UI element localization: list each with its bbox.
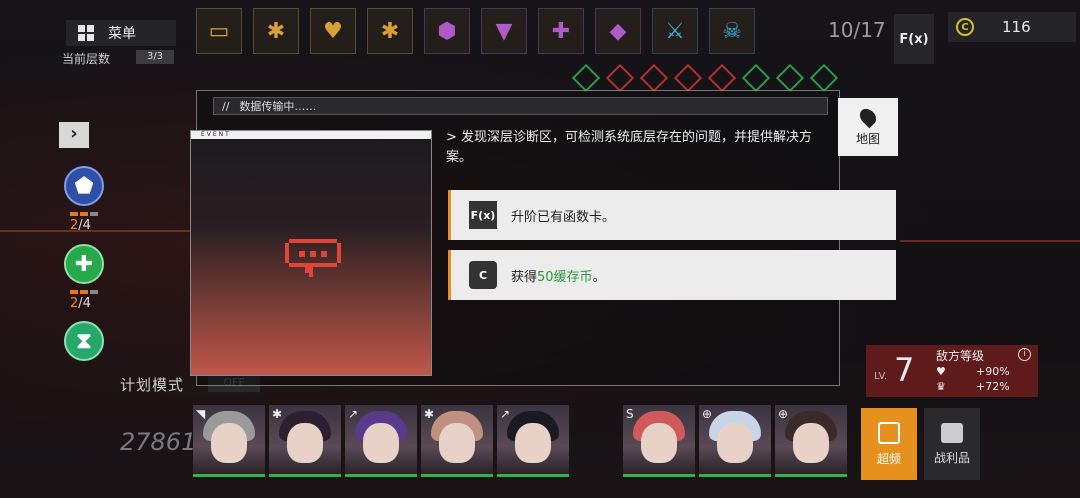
currency-display: C 116	[948, 12, 1076, 42]
crown-icon: ♛	[936, 380, 946, 393]
map-path	[900, 240, 1080, 242]
ally-portrait[interactable]: ↗	[345, 405, 417, 477]
chat-bubble-icon	[285, 239, 341, 277]
event-option-upgrade[interactable]: F(x) 升阶已有函数卡。	[448, 190, 896, 240]
shield-buff-icon[interactable]: ◆	[595, 8, 641, 54]
currency-value: 116	[1002, 18, 1031, 36]
menu-grid-icon	[78, 25, 94, 41]
heal-skill-count: 2/4	[70, 296, 91, 311]
level-tag: LV.	[874, 371, 888, 382]
status-icon	[639, 63, 669, 93]
arrow-buff-icon[interactable]: ▼	[481, 8, 527, 54]
coin-icon: C	[956, 18, 974, 36]
shield-heart-buff-icon[interactable]: ♥	[310, 8, 356, 54]
event-modal-header: // 数据传输中……	[213, 97, 828, 115]
buff-bar: ▭ ✱ ♥ ✱ ⬢ ▼ ✚ ◆ ⚔ ☠	[196, 8, 755, 54]
shield-charges	[70, 212, 98, 216]
bag-icon	[941, 422, 963, 443]
skull-buff-icon[interactable]: ☠	[709, 8, 755, 54]
status-icon	[571, 63, 601, 93]
slash-icon: //	[222, 99, 230, 113]
overclock-label: 超频	[876, 451, 901, 466]
ally-portrait[interactable]: ◥	[193, 405, 265, 477]
ally-party: ◥ ✱ ↗ ✱ ↗	[193, 405, 569, 477]
atk-bonus: +72%	[976, 380, 1010, 393]
status-icon	[707, 63, 737, 93]
event-header-text: 数据传输中……	[239, 100, 317, 113]
event-option-currency[interactable]: C 获得50缓存币。	[448, 250, 896, 300]
asterisk-z-buff-icon[interactable]: ✱	[367, 8, 413, 54]
status-icon	[809, 63, 839, 93]
heart-icon: ♥	[936, 365, 946, 378]
loot-label: 战利品	[933, 450, 970, 465]
ally-portrait[interactable]: ✱	[269, 405, 341, 477]
hp-bonus: +90%	[976, 365, 1010, 378]
loot-button[interactable]: 战利品	[924, 408, 980, 480]
shield-skill-count: 2/4	[70, 218, 91, 233]
chip-icon	[878, 421, 900, 444]
asterisk-plus-buff-icon[interactable]: ✱	[253, 8, 299, 54]
support-portrait[interactable]: S	[623, 405, 695, 477]
shield-icon: ⬟	[74, 173, 94, 199]
shield-skill-button[interactable]: ⬟	[64, 166, 104, 206]
function-card-button[interactable]: F(x)	[894, 14, 934, 64]
status-icon	[673, 63, 703, 93]
info-icon[interactable]: i	[1018, 348, 1031, 361]
event-tab: EVENT	[191, 131, 431, 139]
status-icons	[571, 63, 839, 93]
map-pin-icon	[856, 105, 880, 128]
map-button[interactable]: 地图	[838, 98, 898, 156]
enemy-level-panel: LV. 7 敌方等级 i ♥ +90% ♛ +72%	[866, 345, 1038, 397]
plan-mode-label: 计划模式	[120, 376, 185, 394]
menu-label: 菜单	[108, 26, 136, 42]
status-icon	[741, 63, 771, 93]
menu-button[interactable]: 菜单	[66, 20, 176, 46]
plus-icon: ✚	[74, 251, 94, 277]
buff-count: 10/17	[828, 18, 886, 42]
heal-charges	[70, 290, 98, 294]
team-power: 27861	[120, 428, 197, 456]
map-path	[0, 230, 190, 232]
heal-skill-button[interactable]: ✚	[64, 244, 104, 284]
ally-portrait[interactable]: ✱	[421, 405, 493, 477]
floor-label: 当前层数	[62, 52, 111, 66]
map-label: 地图	[855, 131, 880, 146]
support-portrait[interactable]: ⊕	[699, 405, 771, 477]
event-description: > 发现深层诊断区，可检测系统底层存在的问题，并提供解决方案。	[446, 130, 813, 165]
level-value: 7	[894, 351, 915, 389]
status-icon	[775, 63, 805, 93]
enemy-level: LV. 7	[872, 351, 926, 391]
option-text: 升阶已有函数卡。	[511, 209, 616, 225]
floor-count: 3/3	[136, 50, 174, 64]
coin-icon: C	[469, 261, 497, 289]
hexagon-buff-icon[interactable]: ⬢	[424, 8, 470, 54]
battery-buff-icon[interactable]: ▭	[196, 8, 242, 54]
event-image-panel: EVENT	[190, 130, 432, 376]
status-icon	[605, 63, 635, 93]
sword-buff-icon[interactable]: ⚔	[652, 8, 698, 54]
support-party: S ⊕ ⊕	[623, 405, 847, 477]
cycle-skill-button[interactable]: ⧗	[64, 321, 104, 361]
option-text: 获得50缓存币。	[511, 269, 606, 285]
enemy-level-title: 敌方等级	[936, 349, 985, 363]
hourglass-icon: ⧗	[76, 328, 92, 354]
expand-arrow-button[interactable]: ›	[59, 122, 89, 148]
function-card-icon: F(x)	[469, 201, 497, 229]
overclock-button[interactable]: 超频	[861, 408, 917, 480]
ally-portrait[interactable]: ↗	[497, 405, 569, 477]
plus-buff-icon[interactable]: ✚	[538, 8, 584, 54]
support-portrait[interactable]: ⊕	[775, 405, 847, 477]
